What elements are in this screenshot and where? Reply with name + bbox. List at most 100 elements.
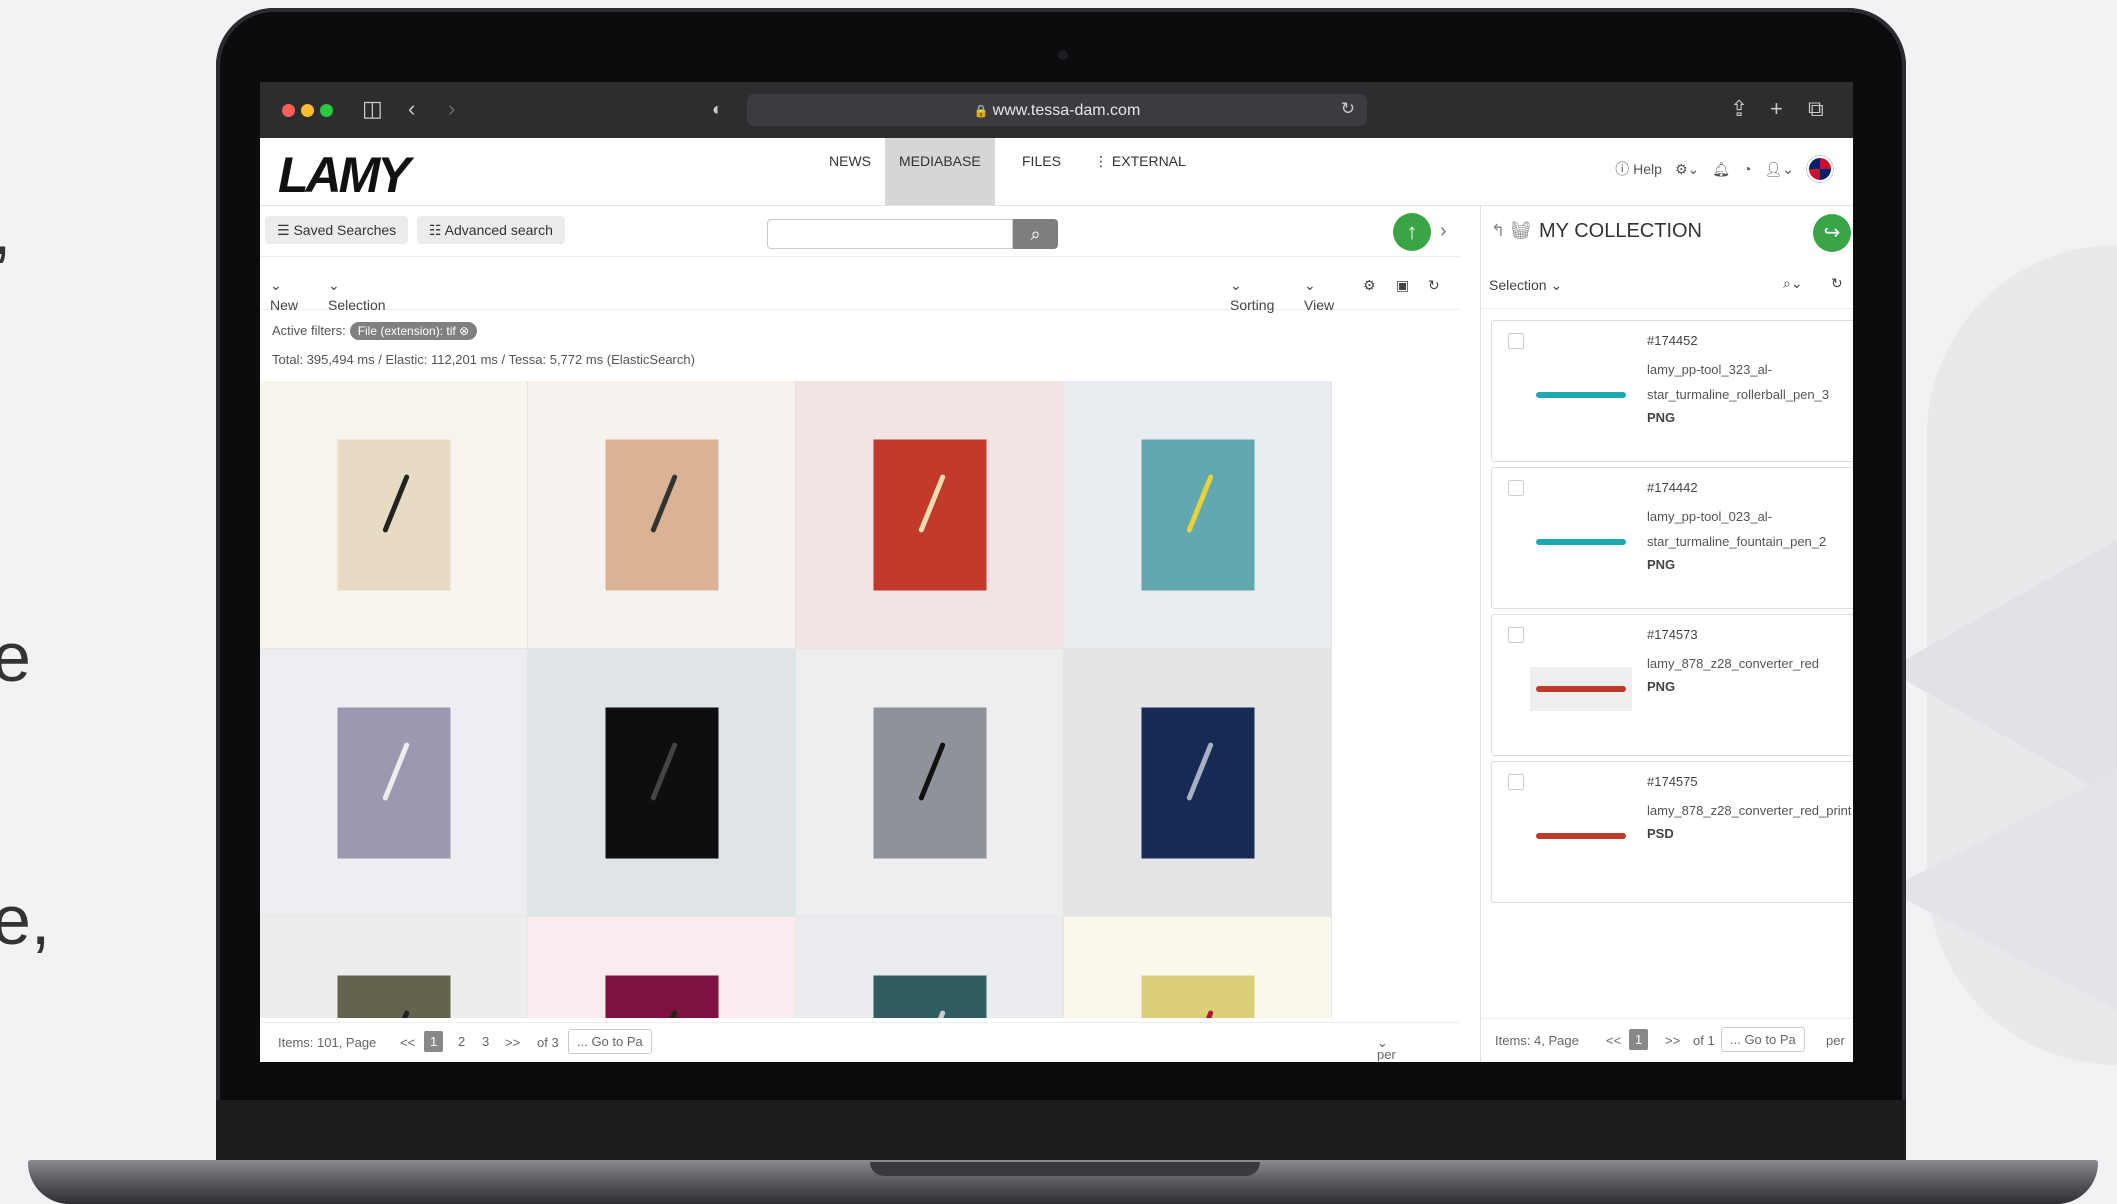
language-flag-icon[interactable] xyxy=(1807,156,1833,182)
view-dropdown[interactable]: View ⌄ xyxy=(1304,277,1334,313)
pen-image xyxy=(650,741,678,801)
selection-dropdown[interactable]: Selection ⌄ xyxy=(328,277,386,313)
page-1-button[interactable]: 1 xyxy=(424,1031,444,1052)
media-grid-item[interactable] xyxy=(796,381,1064,649)
pen-image xyxy=(382,1009,410,1018)
list-icon: ☰ xyxy=(277,222,294,238)
sidebar-icon[interactable]: ◫ xyxy=(362,96,383,122)
per-view-dropdown[interactable]: per View ⌄ xyxy=(1377,1035,1396,1062)
search-timing: Total: 395,494 ms / Elastic: 112,201 ms … xyxy=(272,352,695,367)
upload-icon[interactable]: ↑ xyxy=(1393,213,1431,251)
laptop-notch xyxy=(870,1162,1260,1176)
advanced-search-button[interactable]: ☷ Advanced search xyxy=(417,216,565,244)
back-arrow-icon[interactable]: ‹ xyxy=(408,96,415,122)
page-3-button[interactable]: 3 xyxy=(476,1031,495,1052)
collection-item-type: PNG xyxy=(1647,679,1676,694)
privacy-shield-icon[interactable]: ◐ xyxy=(712,99,723,120)
collection-item-type: PNG xyxy=(1647,557,1676,572)
help-link[interactable]: ⓘ Help xyxy=(1615,159,1662,179)
settings-gear-icon[interactable]: ⚙︎⌄ xyxy=(1675,161,1699,178)
collection-item-thumbnail xyxy=(1530,373,1632,417)
collection-selection-label: Selection xyxy=(1489,277,1547,293)
close-window-dot[interactable] xyxy=(282,104,295,117)
collection-item[interactable]: #174575 lamy_878_z28_converter_red_print P… xyxy=(1491,761,1853,903)
pen-image xyxy=(918,473,946,533)
collection-refresh-icon[interactable]: ↻ xyxy=(1831,275,1843,292)
share-collection-icon[interactable]: ↪ xyxy=(1813,214,1851,252)
new-tab-icon[interactable]: + xyxy=(1770,96,1783,122)
maximize-window-dot[interactable] xyxy=(320,104,333,117)
search-icon[interactable]: ⌕ xyxy=(1013,219,1058,249)
user-icon[interactable]: 👤︎⌄ xyxy=(1764,161,1794,178)
collection-item-checkbox[interactable] xyxy=(1508,480,1524,496)
page-2-button[interactable]: 2 xyxy=(452,1031,471,1052)
collection-selection-dropdown[interactable]: Selection ⌄ xyxy=(1489,277,1562,294)
nav-news[interactable]: NEWS xyxy=(815,138,885,205)
tabs-overview-icon[interactable]: ⧉ xyxy=(1808,96,1824,122)
media-grid-item[interactable] xyxy=(260,649,528,917)
laptop-screen: ◫ ‹ › ◐ 🔒 www.tessa-dam.com ↻ ⇪ + ⧉ LAMY … xyxy=(260,82,1853,1062)
help-icon: ⓘ xyxy=(1615,161,1634,177)
media-thumbnail xyxy=(873,975,986,1018)
collection-item-id: #174575 xyxy=(1647,774,1698,789)
lock-icon: 🔒 xyxy=(973,104,989,118)
collection-search-icon[interactable]: ⌕⌄ xyxy=(1783,275,1803,292)
collection-next-page-button[interactable]: >> xyxy=(1665,1033,1680,1048)
history-icon[interactable]: ◔ xyxy=(1743,161,1751,177)
collection-first-page-button[interactable]: << xyxy=(1606,1033,1621,1048)
notification-bell-icon[interactable]: 🔔︎ xyxy=(1712,161,1730,178)
refresh-icon[interactable]: ↻ xyxy=(1428,277,1440,294)
collection-page-1-button[interactable]: 1 xyxy=(1629,1029,1649,1050)
more-dots-icon: ⋮ xyxy=(1094,153,1112,169)
share-icon[interactable]: ⇪ xyxy=(1730,96,1748,122)
collection-per-view-label[interactable]: per xyxy=(1826,1033,1845,1048)
sorting-dropdown[interactable]: Sorting ⌄ xyxy=(1230,277,1274,313)
media-grid-item[interactable] xyxy=(528,381,796,649)
media-grid-item[interactable] xyxy=(1064,917,1332,1018)
nav-external[interactable]: ⋮ EXTERNAL xyxy=(1080,138,1200,205)
media-grid-item[interactable] xyxy=(1064,381,1332,649)
collection-go-to-page-input[interactable]: ... Go to Pa xyxy=(1721,1027,1805,1052)
collection-title: MY COLLECTION xyxy=(1539,220,1702,242)
minimize-window-dot[interactable] xyxy=(301,104,314,117)
search-input[interactable] xyxy=(767,219,1013,249)
collection-item[interactable]: #174452 lamy_pp-tool_323_al-star_turmalin… xyxy=(1491,320,1853,462)
app-header: LAMY NEWS MEDIABASE FILES ⋮ EXTERNAL ⓘ H… xyxy=(260,138,1853,206)
collection-item[interactable]: #174573 lamy_878_z28_converter_red PNG xyxy=(1491,614,1853,756)
nav-mediabase[interactable]: MEDIABASE xyxy=(885,138,995,205)
collection-items-count: Items: 4, Page xyxy=(1495,1033,1579,1048)
go-to-page-input[interactable]: ... Go to Pa xyxy=(568,1029,652,1054)
media-grid-item[interactable] xyxy=(796,917,1064,1018)
new-dropdown[interactable]: New ⌄ xyxy=(270,277,298,313)
saved-searches-label: Saved Searches xyxy=(293,222,397,238)
media-grid-item[interactable] xyxy=(528,917,796,1018)
nav-files[interactable]: FILES xyxy=(1008,138,1075,205)
media-grid-item[interactable] xyxy=(1064,649,1332,917)
chevron-right-icon[interactable]: › xyxy=(1440,220,1447,243)
media-grid-item[interactable] xyxy=(796,649,1064,917)
collection-item-checkbox[interactable] xyxy=(1508,774,1524,790)
filter-chip[interactable]: File (extension): tif ⊗ xyxy=(349,322,478,340)
settings-icon[interactable]: ⚙︎ xyxy=(1363,277,1376,294)
collection-item[interactable]: #174442 lamy_pp-tool_023_al-star_turmalin… xyxy=(1491,467,1853,609)
reload-icon[interactable]: ↻ xyxy=(1341,99,1355,119)
collection-item-checkbox[interactable] xyxy=(1508,333,1524,349)
media-grid-item[interactable] xyxy=(260,917,528,1018)
background-shape xyxy=(1887,770,2117,1010)
forward-arrow-icon[interactable]: › xyxy=(448,96,455,122)
collection-actions: Selection ⌄ ⌕⌄ ↻ xyxy=(1481,258,1853,309)
address-bar[interactable]: 🔒 www.tessa-dam.com ↻ xyxy=(747,94,1367,126)
collection-item-checkbox[interactable] xyxy=(1508,627,1524,643)
briefcase-icon[interactable]: ▣ xyxy=(1396,277,1409,294)
brand-logo[interactable]: LAMY xyxy=(278,146,411,204)
collection-basket-icon[interactable]: ↰ 🧺︎ xyxy=(1491,221,1532,241)
saved-searches-button[interactable]: ☰ Saved Searches xyxy=(265,216,409,244)
media-grid-item[interactable] xyxy=(528,649,796,917)
media-thumbnail xyxy=(605,439,718,590)
sorting-label: Sorting xyxy=(1230,297,1275,313)
next-page-button[interactable]: >> xyxy=(505,1035,520,1050)
remove-filter-icon[interactable]: ⊗ xyxy=(459,324,469,338)
media-grid-item[interactable] xyxy=(260,381,528,649)
per-view-label: per View xyxy=(1377,1047,1396,1062)
first-page-button[interactable]: << xyxy=(400,1035,415,1050)
